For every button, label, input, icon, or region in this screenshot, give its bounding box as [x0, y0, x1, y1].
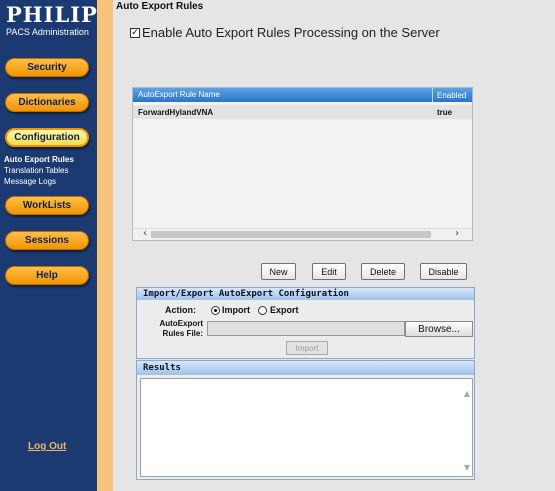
- rules-file-label-line1: AutoExport: [159, 319, 203, 328]
- import-radio[interactable]: [211, 306, 220, 315]
- export-radio-label[interactable]: Export: [270, 305, 299, 315]
- nav-help-button[interactable]: Help: [5, 266, 89, 285]
- edit-rule-button[interactable]: Edit: [312, 263, 346, 280]
- export-radio[interactable]: [258, 306, 267, 315]
- results-title: Results: [137, 361, 474, 375]
- page-title: Auto Export Rules: [116, 1, 204, 12]
- delete-rule-button[interactable]: Delete: [361, 263, 405, 280]
- table-row[interactable]: ForwardHylandVNA true: [133, 105, 472, 119]
- import-radio-label[interactable]: Import: [222, 305, 250, 315]
- rules-file-label: AutoExport Rules File:: [141, 319, 203, 339]
- main-panel: Auto Export Rules ✓ Enable Auto Export R…: [113, 0, 555, 491]
- rules-table: AutoExport Rule Name Enabled ForwardHyla…: [132, 87, 473, 241]
- new-rule-button[interactable]: New: [261, 263, 296, 280]
- import-button: Import: [286, 341, 328, 355]
- scroll-left-icon[interactable]: ‹: [143, 228, 147, 239]
- enable-processing-label: Enable Auto Export Rules Processing on t…: [142, 25, 440, 40]
- nav-configuration-button[interactable]: Configuration: [5, 128, 89, 147]
- horizontal-scrollbar[interactable]: ‹ ›: [133, 228, 472, 240]
- nav-worklists-button[interactable]: WorkLists: [5, 196, 89, 215]
- enable-processing-checkbox[interactable]: ✓: [130, 27, 140, 38]
- rule-name-cell: ForwardHylandVNA: [138, 107, 214, 117]
- import-export-title: Import/Export AutoExport Configuration: [137, 288, 474, 300]
- scroll-right-icon[interactable]: ›: [455, 228, 459, 239]
- logout-link[interactable]: Log Out: [28, 441, 66, 452]
- sidebar-edge: [97, 0, 113, 491]
- app-title: PACS Administration: [6, 27, 89, 37]
- nav-sessions-button[interactable]: Sessions: [5, 231, 89, 250]
- results-textarea[interactable]: ▲ ▼: [140, 378, 473, 477]
- rules-table-header: AutoExport Rule Name Enabled: [133, 88, 472, 102]
- scroll-up-icon[interactable]: ▲: [464, 389, 470, 398]
- column-header-enabled[interactable]: Enabled: [433, 91, 466, 100]
- sublink-auto-export-rules[interactable]: Auto Export Rules: [4, 155, 74, 164]
- disable-rule-button[interactable]: Disable: [420, 263, 467, 280]
- sidebar: PHILIPS PACS Administration Security Dic…: [0, 0, 113, 491]
- nav-security-button[interactable]: Security: [5, 58, 89, 77]
- rules-file-label-line2: Rules File:: [162, 329, 203, 338]
- scrollbar-thumb[interactable]: [151, 231, 431, 238]
- column-header-rule-name[interactable]: AutoExport Rule Name: [133, 88, 433, 102]
- sublink-message-logs[interactable]: Message Logs: [4, 177, 56, 186]
- nav-dictionaries-button[interactable]: Dictionaries: [5, 93, 89, 112]
- rule-enabled-cell: true: [437, 107, 453, 117]
- browse-button[interactable]: Browse...: [405, 321, 473, 337]
- action-label: Action:: [165, 305, 196, 315]
- rules-file-input[interactable]: [207, 321, 405, 336]
- scroll-down-icon[interactable]: ▼: [464, 463, 470, 472]
- enable-processing-row: ✓ Enable Auto Export Rules Processing on…: [130, 25, 440, 40]
- sublink-translation-tables[interactable]: Translation Tables: [4, 166, 68, 175]
- results-panel: Results ▲ ▼: [136, 360, 475, 480]
- import-export-panel: Import/Export AutoExport Configuration A…: [136, 287, 475, 359]
